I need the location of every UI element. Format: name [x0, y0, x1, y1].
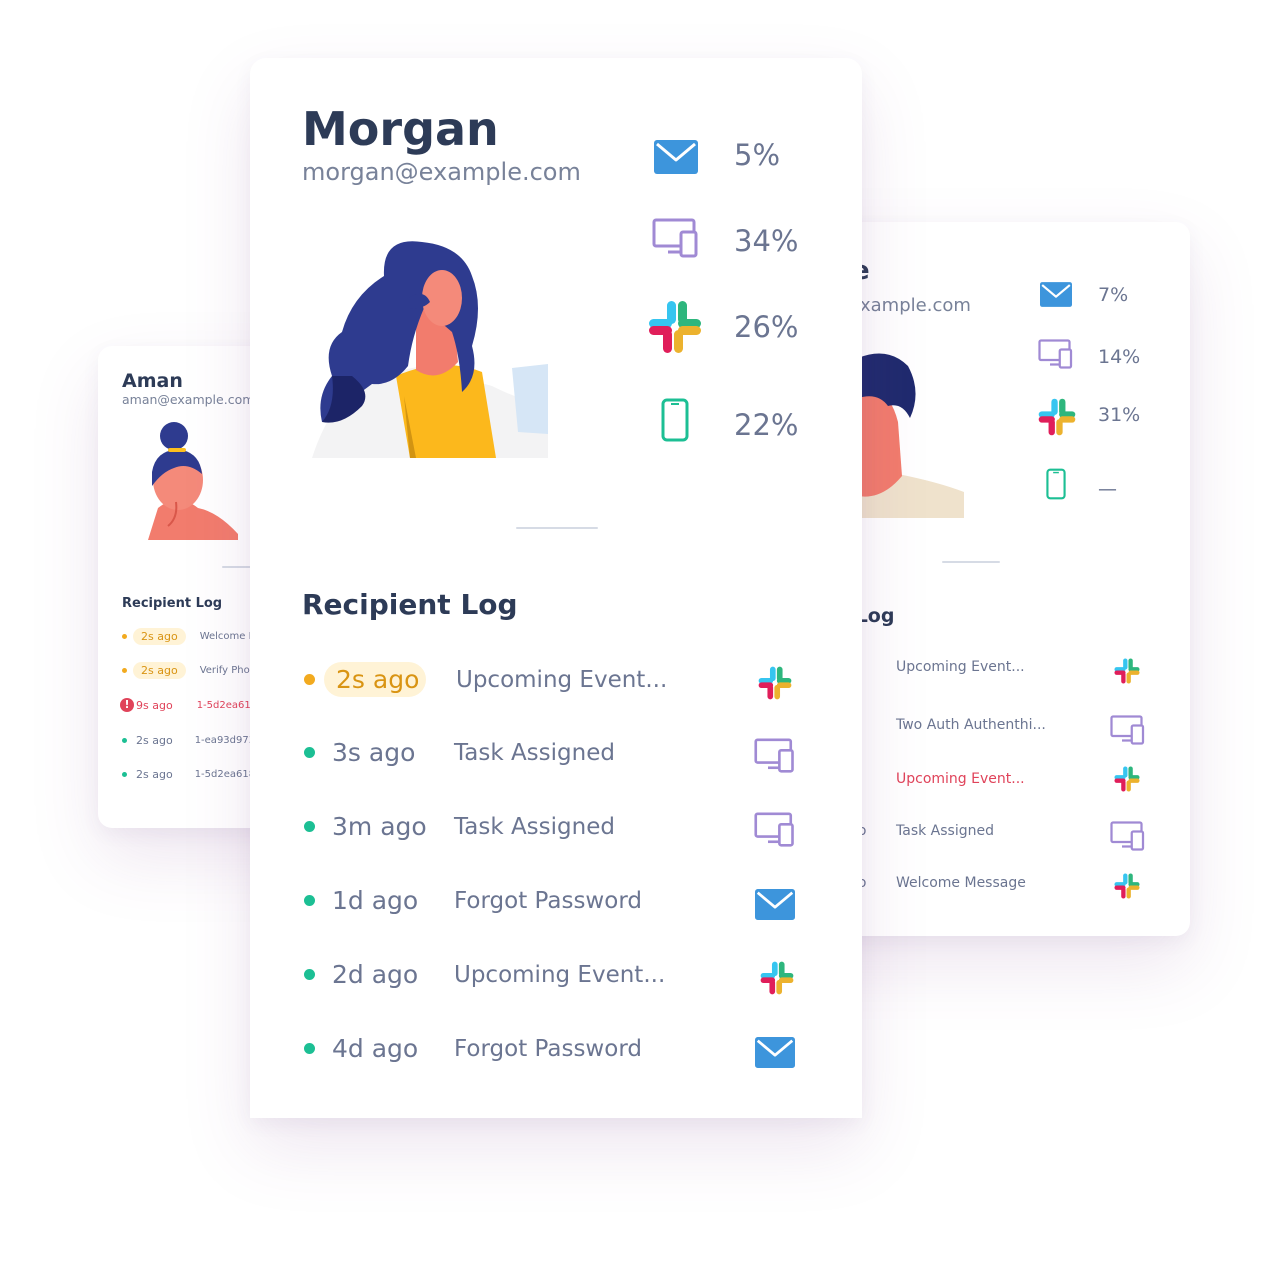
avatar [138, 422, 248, 542]
recipient-email: xample.com [860, 295, 971, 316]
stat-value: 34% [734, 224, 799, 258]
recipient-name: Morgan [302, 102, 499, 156]
log-row[interactable]: 3s ago Task Assigned [304, 738, 615, 767]
log-row[interactable]: 2s ago Welcome Me [122, 628, 263, 645]
devices-icon [652, 218, 700, 258]
devices-icon [1110, 821, 1146, 851]
phone-icon [661, 398, 689, 442]
log-time: 4d ago [332, 1034, 419, 1063]
stat-value: 5% [734, 138, 781, 172]
phone-icon [1046, 468, 1066, 500]
log-time: 9s ago [136, 698, 173, 712]
log-time: 2s ago [133, 662, 186, 679]
log-time: 3s ago [332, 738, 416, 767]
email-icon[interactable] [755, 889, 795, 920]
stat-value: — [1098, 478, 1117, 500]
log-row[interactable]: 3m ago Task Assigned [304, 812, 615, 841]
recipient-name: Aman [122, 370, 183, 392]
log-row[interactable]: 2s ago Verify Phone [122, 662, 262, 679]
log-message: 1-ea93d973 [194, 735, 256, 746]
log-row[interactable]: 2d ago Upcoming Event... [304, 960, 665, 989]
email-icon[interactable] [755, 1037, 795, 1068]
log-time: 1d ago [332, 886, 419, 915]
log-message: Welcome Message [896, 875, 1026, 891]
log-message: 1-5d2ea618 [196, 699, 258, 711]
divider [222, 566, 252, 568]
log-row[interactable]: 2s ago 1-5d2ea618 [122, 768, 255, 781]
error-icon: ! [120, 698, 134, 712]
status-dot [122, 668, 127, 673]
email-icon [1040, 282, 1072, 307]
log-row[interactable]: o Upcoming Event... [854, 771, 1025, 787]
recipient-email: morgan@example.com [302, 158, 581, 186]
log-message: Task Assigned [896, 823, 994, 839]
log-row[interactable]: 2s ago 1-ea93d973 [122, 734, 255, 747]
recipient-card-morgan[interactable]: Morgan morgan@example.com 5% 34% 26% 22%… [250, 58, 862, 1118]
stat-value: 7% [1098, 284, 1129, 306]
devices-icon [1038, 339, 1074, 369]
log-row[interactable]: jo Welcome Message [854, 875, 1026, 891]
log-message: Two Auth Authenthi... [896, 717, 1046, 733]
log-message: 1-5d2ea618 [194, 769, 256, 780]
log-time: 2s ago [136, 768, 173, 781]
log-message: Upcoming Event... [896, 659, 1025, 675]
divider [942, 561, 1000, 563]
avatar [312, 236, 552, 460]
slack-icon[interactable] [758, 666, 792, 700]
log-row[interactable]: 1d ago Forgot Password [304, 886, 642, 915]
log-message: Upcoming Event... [456, 666, 668, 693]
stat-value: 14% [1098, 346, 1141, 368]
log-message: Forgot Password [454, 887, 642, 914]
log-message: Upcoming Event... [896, 771, 1025, 787]
status-dot [122, 634, 127, 639]
log-title: Recipient Log [302, 588, 518, 621]
avatar [858, 352, 966, 518]
log-row[interactable]: o Upcoming Event... [854, 659, 1025, 675]
status-dot [304, 895, 315, 906]
status-dot [122, 738, 127, 743]
log-row[interactable]: 2s ago Upcoming Event... [304, 662, 667, 697]
log-message: Task Assigned [454, 813, 615, 840]
slack-icon [1114, 766, 1140, 792]
log-time: 2s ago [136, 734, 173, 747]
email-icon [654, 140, 698, 174]
status-dot [304, 674, 315, 685]
log-row[interactable]: ! 9s ago 1-5d2ea618 [120, 698, 257, 712]
log-time: 2s ago [324, 662, 426, 697]
stat-value: 26% [734, 310, 799, 344]
devices-icon[interactable] [754, 812, 796, 847]
slack-icon [1038, 398, 1076, 436]
log-message: Task Assigned [454, 739, 615, 766]
log-row[interactable]: jo Task Assigned [854, 823, 994, 839]
log-title: Recipient Log [122, 596, 223, 611]
slack-icon [1114, 873, 1140, 899]
log-message: Forgot Password [454, 1035, 642, 1062]
slack-icon[interactable] [760, 961, 794, 995]
log-time: 3m ago [332, 812, 427, 841]
recipient-email: aman@example.com [122, 392, 255, 407]
card-wave-edge [250, 1090, 862, 1130]
status-dot [304, 969, 315, 980]
log-row[interactable]: o Two Auth Authenthi... [854, 717, 1046, 733]
log-time: 2s ago [133, 628, 186, 645]
devices-icon [1110, 715, 1146, 745]
status-dot [304, 1043, 315, 1054]
log-row[interactable]: 4d ago Forgot Password [304, 1034, 642, 1063]
status-dot [122, 772, 127, 777]
stat-value: 31% [1098, 404, 1141, 426]
slack-icon [648, 300, 702, 354]
log-time: 2d ago [332, 960, 419, 989]
devices-icon[interactable] [754, 738, 796, 773]
status-dot [304, 821, 315, 832]
slack-icon [1114, 658, 1140, 684]
log-message: Upcoming Event... [454, 961, 666, 988]
status-dot [304, 747, 315, 758]
stat-value: 22% [734, 408, 799, 442]
divider [516, 527, 598, 529]
